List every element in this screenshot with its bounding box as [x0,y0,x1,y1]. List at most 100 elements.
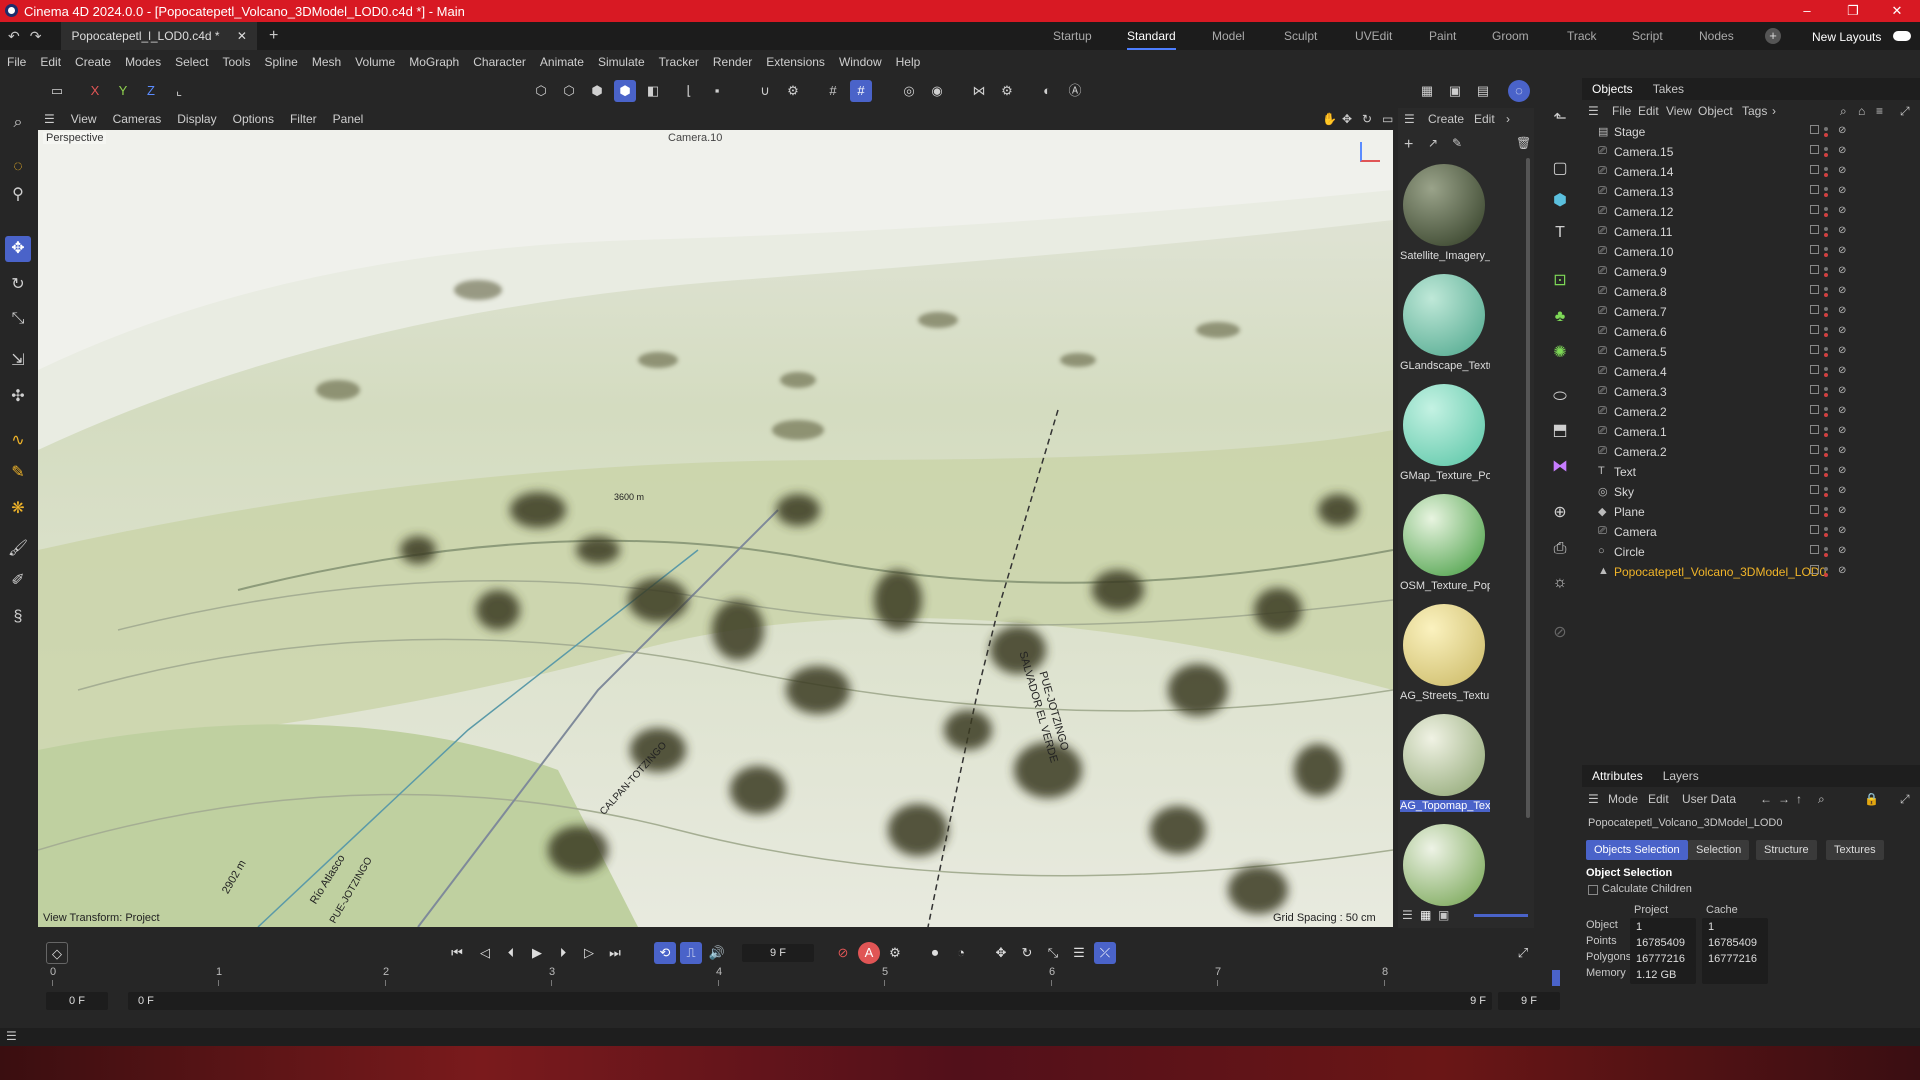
forward-arrow-icon[interactable]: → [1778,792,1790,806]
tag-icon[interactable]: ⊘ [1838,345,1846,356]
object-row[interactable]: ⎚ Camera.2 ⊘ [1582,442,1920,462]
menu-animate[interactable]: Animate [533,55,591,69]
document-tab[interactable]: Popocatepetl_l_LOD0.c4d * ✕ [61,22,257,50]
tag-icon[interactable]: ⊘ [1838,245,1846,256]
material-menu-icon[interactable]: ☰ [1404,112,1415,126]
object-row[interactable]: ⎚ Camera.2 ⊘ [1582,402,1920,422]
link-material-icon[interactable]: ↗ [1428,136,1438,150]
render-dot-icon[interactable] [1824,333,1828,337]
edit-flag-icon[interactable] [1810,525,1819,534]
viewport-menu-view[interactable]: View [63,112,105,126]
attribute-icon[interactable]: Ⓐ [1064,80,1086,102]
timeline-options-icon[interactable]: ◔ [950,942,972,964]
play-icon[interactable]: ▶ [526,942,548,964]
rotate-tool-icon[interactable]: ↻ [5,272,31,298]
points-mode-icon[interactable]: ⬡ [530,80,552,102]
object-filter-icon[interactable]: ≡ [1876,104,1883,118]
render-settings-icon[interactable]: ◉ [926,80,948,102]
object-visibility-flags[interactable]: ⊘ [1810,325,1910,339]
attribute-search-icon[interactable]: ⌕ [1818,792,1825,807]
edit-flag-icon[interactable] [1810,465,1819,474]
current-frame-field[interactable]: 9 F [742,944,814,962]
object-row[interactable]: ⎚ Camera.3 ⊘ [1582,382,1920,402]
visibility-dot-icon[interactable] [1824,267,1828,271]
next-key-icon[interactable]: ▷ [578,942,600,964]
live-selection-icon[interactable]: ◌ [5,154,31,180]
object-visibility-flags[interactable]: ⊘ [1810,245,1910,259]
layout-tab-standard[interactable]: Standard [1127,22,1176,50]
object-row[interactable]: ⎚ Camera.8 ⊘ [1582,282,1920,302]
tag-icon[interactable]: ⊘ [1838,305,1846,316]
object-row[interactable]: ⎚ Camera.1 ⊘ [1582,422,1920,442]
field-icon[interactable]: ⬭ [1547,384,1573,410]
spline-pen-icon[interactable]: ∿ [5,428,31,454]
list-view-icon[interactable]: ☰ [1402,908,1413,922]
light-icon[interactable]: ☼ [1547,570,1573,596]
menu-tracker[interactable]: Tracker [652,55,706,69]
loop-icon[interactable]: ⟲ [654,942,676,964]
render-dot-icon[interactable] [1824,173,1828,177]
material-swatch[interactable]: OSM_Texture_Pop [1400,490,1490,598]
tag-icon[interactable]: ⊘ [1838,265,1846,276]
tag-icon[interactable]: ⊘ [1838,165,1846,176]
viewport-menu-icon[interactable]: ☰ [36,112,63,126]
visibility-dot-icon[interactable] [1824,547,1828,551]
layout-tab-model[interactable]: Model [1212,22,1245,50]
cube-outline-icon[interactable]: ▢ [1547,156,1573,182]
texture-mode-icon[interactable]: ◧ [642,80,664,102]
visibility-dot-icon[interactable] [1824,427,1828,431]
subtab-objects-selection[interactable]: Objects Selection [1586,840,1688,860]
edit-flag-icon[interactable] [1810,305,1819,314]
layout-tab-uvedit[interactable]: UVEdit [1355,22,1392,50]
attribute-menu-mode[interactable]: Mode [1608,792,1638,806]
render-dot-icon[interactable] [1824,233,1828,237]
sculpt-tool-icon[interactable]: ❋ [5,496,31,522]
search-icon[interactable]: ⌕ [5,110,31,136]
object-visibility-flags[interactable]: ⊘ [1810,145,1910,159]
render-dot-icon[interactable] [1824,553,1828,557]
3d-viewport[interactable]: Perspective Camera.10 SALVADOR EL VERDE … [38,130,1393,927]
visibility-dot-icon[interactable] [1824,447,1828,451]
magnet-icon[interactable]: ∪ [754,80,776,102]
material-swatch[interactable]: Satellite_Imagery_ [1400,160,1490,268]
render-dot-icon[interactable] [1824,573,1828,577]
lock-icon[interactable]: 🔒 [1864,792,1879,806]
visibility-dot-icon[interactable] [1824,127,1828,131]
edit-flag-icon[interactable] [1810,285,1819,294]
edit-flag-icon[interactable] [1810,165,1819,174]
material-scrollbar[interactable] [1526,158,1530,818]
tag-icon[interactable]: ⊘ [1838,465,1846,476]
add-material-icon[interactable]: + [1404,136,1413,154]
tab-layers[interactable]: Layers [1653,769,1709,783]
object-row[interactable]: ⎚ Camera.13 ⊘ [1582,182,1920,202]
workplane-icon[interactable]: ▪ [706,80,728,102]
volume-icon[interactable]: 🔊 [706,942,728,964]
key-position-icon[interactable]: ✥ [990,942,1012,964]
snap-settings-icon[interactable]: ⚙ [782,80,804,102]
render-dot-icon[interactable] [1824,193,1828,197]
up-arrow-icon[interactable]: ↑ [1796,792,1802,806]
go-to-end-icon[interactable]: ⏭ [604,942,626,964]
spline-tool-icon[interactable]: § [5,604,31,630]
brush-tool-icon[interactable]: 🖌 [5,536,31,562]
tag-icon[interactable]: ⊘ [1838,185,1846,196]
camera-tool-icon[interactable]: ⎙ [1547,536,1573,562]
edit-flag-icon[interactable] [1810,265,1819,274]
tag-icon[interactable]: ⊘ [1838,485,1846,496]
tag-icon[interactable]: ⊘ [1838,205,1846,216]
object-visibility-flags[interactable]: ⊘ [1810,425,1910,439]
tag-icon[interactable]: ⊘ [1838,565,1846,576]
menu-volume[interactable]: Volume [348,55,402,69]
visibility-dot-icon[interactable] [1824,247,1828,251]
material-more-icon[interactable]: › [1506,112,1510,126]
subtab-textures[interactable]: Textures [1826,840,1884,860]
material-swatch[interactable]: GLandscape_Textu [1400,270,1490,378]
render-dot-icon[interactable] [1824,513,1828,517]
object-row[interactable]: ⎚ Camera.5 ⊘ [1582,342,1920,362]
prev-key-icon[interactable]: ◁ [474,942,496,964]
edit-flag-icon[interactable] [1810,325,1819,334]
object-visibility-flags[interactable]: ⊘ [1810,505,1910,519]
object-panel-expand-icon[interactable]: ⤢ [1900,104,1910,119]
large-view-icon[interactable]: ▣ [1438,908,1449,922]
render-dot-icon[interactable] [1824,313,1828,317]
